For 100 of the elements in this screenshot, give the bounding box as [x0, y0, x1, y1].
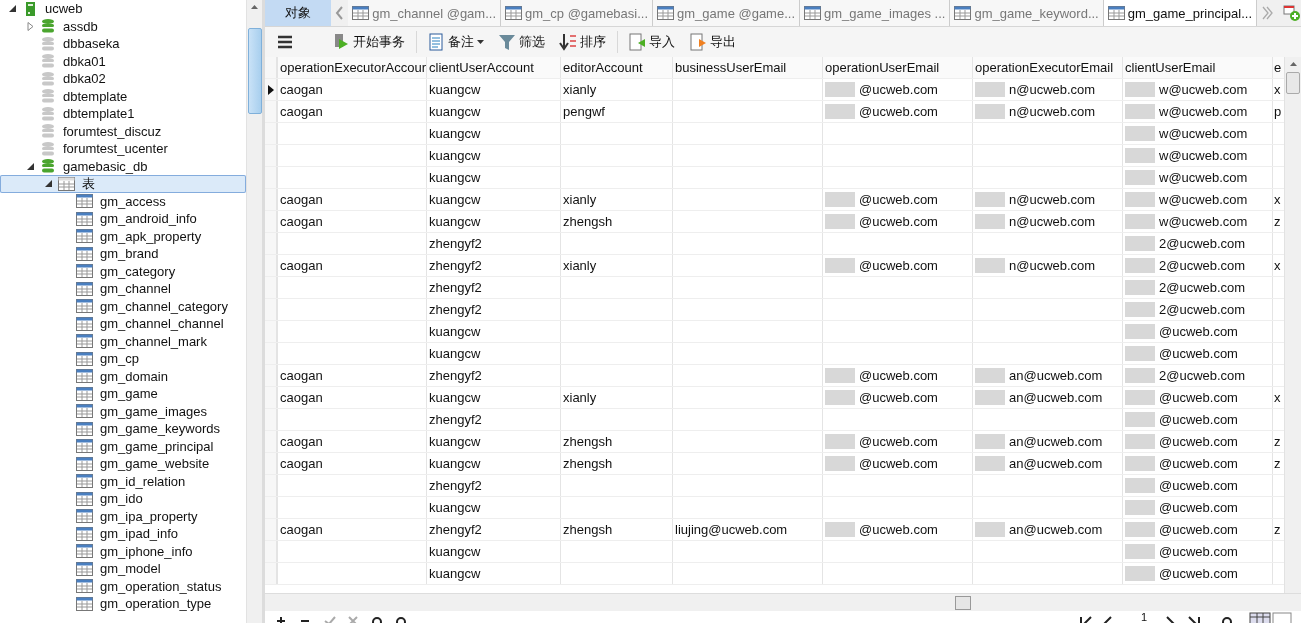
tree-item[interactable]: 表 — [0, 175, 247, 193]
tree-item[interactable]: gm_brand — [0, 245, 247, 263]
table-cell: caogan — [280, 456, 323, 471]
editor-tab[interactable]: gm_game_principal... — [1103, 0, 1257, 26]
view-mode-icon[interactable] — [1249, 611, 1293, 623]
table-cell: kuangcw — [429, 170, 481, 185]
sort-icon — [559, 33, 577, 51]
table-cell: kuangcw — [429, 566, 481, 581]
tree-item[interactable]: forumtest_ucenter — [0, 140, 247, 158]
table-cell: xianly — [563, 192, 597, 207]
table-cell: caogan — [280, 258, 323, 273]
tree-item[interactable]: gamebasic_db — [0, 157, 247, 175]
tree-item[interactable]: gm_game_website — [0, 455, 247, 473]
tree-item[interactable]: dbtemplate — [0, 87, 247, 105]
editor-tab[interactable]: gm_game_keyword... — [950, 0, 1104, 26]
tree-item[interactable]: gm_android_info — [0, 210, 247, 228]
tree-item[interactable]: forumtest_discuz — [0, 122, 247, 140]
tree-item[interactable]: gm_iphone_info — [0, 542, 247, 560]
tree-item[interactable]: gm_channel_category — [0, 297, 247, 315]
table-cell: x — [1274, 82, 1281, 97]
table-cell: caogan — [280, 522, 323, 537]
row-selector[interactable] — [265, 79, 277, 100]
table-cell: kuangcw — [429, 82, 481, 97]
tree-item[interactable]: dbka01 — [0, 52, 247, 70]
tree-item[interactable]: gm_ido — [0, 490, 247, 508]
tree-item[interactable]: dbtemplate1 — [0, 105, 247, 123]
table-icon — [1107, 6, 1125, 20]
table-cell: an@ucweb.com — [975, 390, 1103, 405]
table-cell: @ucweb.com — [1125, 346, 1238, 361]
tree-item[interactable]: gm_ipa_property — [0, 507, 247, 525]
tree-item[interactable]: gm_game — [0, 385, 247, 403]
scroll-thumb[interactable] — [247, 28, 262, 114]
scrollbar[interactable] — [1284, 57, 1301, 593]
column-header[interactable]: clientUserEmail — [1122, 57, 1272, 78]
toolbar-button[interactable]: 排序 — [556, 31, 609, 53]
table-cell: n@ucweb.com — [975, 214, 1096, 229]
horizontal-scrollbar[interactable] — [265, 593, 1301, 611]
tree-item[interactable]: gm_operation_type — [0, 595, 247, 613]
table-cell: 2@ucweb.com — [1125, 236, 1246, 251]
editor-tab[interactable]: gm_game @game... — [653, 0, 801, 26]
table-cell: 2@ucweb.com — [1125, 258, 1246, 273]
column-header[interactable]: operationExecutorEmail — [972, 57, 1122, 78]
tree-item[interactable]: gm_apk_property — [0, 227, 247, 245]
toolbar-button[interactable]: 筛选 — [495, 31, 548, 53]
table-cell: @ucweb.com — [825, 522, 938, 537]
tree-item[interactable]: assdb — [0, 17, 247, 35]
table-cell: @ucweb.com — [825, 258, 938, 273]
tree-item[interactable]: gm_model — [0, 560, 247, 578]
tree-item[interactable]: gm_operation_status — [0, 577, 247, 595]
column-header[interactable]: businessUserEmail — [672, 57, 822, 78]
table-cell: kuangcw — [429, 324, 481, 339]
tree-item[interactable]: dbbaseka — [0, 35, 247, 53]
tree-item[interactable]: gm_domain — [0, 367, 247, 385]
tree-item[interactable]: gm_game_principal — [0, 437, 247, 455]
table-icon — [76, 229, 93, 244]
tree-item[interactable]: gm_id_relation — [0, 472, 247, 490]
table-cell: n@ucweb.com — [975, 104, 1096, 119]
table-cell: kuangcw — [429, 346, 481, 361]
tree-item[interactable]: gm_channel_channel — [0, 315, 247, 333]
menu-icon[interactable] — [277, 35, 293, 49]
tree-item[interactable]: gm_ipad_info — [0, 525, 247, 543]
editor-tab[interactable]: gm_game_images ... — [800, 0, 951, 26]
toolbar-button[interactable]: 开始事务 — [329, 31, 408, 53]
tree-item[interactable]: gm_cp — [0, 350, 247, 368]
toolbar-button[interactable]: 备注 — [416, 31, 487, 53]
tree-item[interactable]: gm_category — [0, 262, 247, 280]
tree-item[interactable]: gm_channel_mark — [0, 332, 247, 350]
tree-item[interactable]: dbka02 — [0, 70, 247, 88]
scroll-thumb[interactable] — [955, 596, 971, 610]
tree-item[interactable]: gm_access — [0, 192, 247, 210]
scroll-thumb[interactable] — [1286, 72, 1300, 94]
column-header[interactable]: operationExecutorAccour — [277, 57, 426, 78]
table-cell: zhengyf2 — [429, 302, 482, 317]
column-header[interactable]: clientUserAccount — [426, 57, 560, 78]
tree-item[interactable]: ucweb — [0, 0, 247, 18]
database-icon — [40, 158, 56, 175]
table-cell: caogan — [280, 390, 323, 405]
toolbar-button[interactable]: 导出 — [686, 31, 739, 53]
table-icon — [76, 369, 93, 384]
column-header[interactable]: editorAccount — [560, 57, 672, 78]
tree-item[interactable]: gm_game_images — [0, 402, 247, 420]
toolbar-button[interactable]: 导入 — [617, 31, 678, 53]
table-cell: kuangcw — [429, 456, 481, 471]
tree-item[interactable]: gm_channel — [0, 280, 247, 298]
table-cell: w@ucweb.com — [1125, 214, 1248, 229]
table-cell: @ucweb.com — [1125, 456, 1238, 471]
editor-tab[interactable]: gm_cp @gamebasi... — [501, 0, 654, 26]
table-icon — [76, 281, 93, 296]
column-header[interactable]: operationUserEmail — [822, 57, 972, 78]
tree-item[interactable]: gm_game_keywords — [0, 420, 247, 438]
objects-tab[interactable]: 对象 — [265, 0, 332, 26]
table-icon — [76, 211, 93, 226]
table-cell: @ucweb.com — [1125, 412, 1238, 427]
add-tab-icon[interactable] — [1282, 3, 1301, 23]
editor-tab[interactable]: gm_channel @gam... — [348, 0, 501, 26]
table-cell: xianly — [563, 82, 597, 97]
scrollbar[interactable] — [246, 0, 262, 623]
table-cell: w@ucweb.com — [1125, 126, 1248, 141]
database-icon — [40, 35, 56, 52]
table-icon — [76, 246, 93, 261]
